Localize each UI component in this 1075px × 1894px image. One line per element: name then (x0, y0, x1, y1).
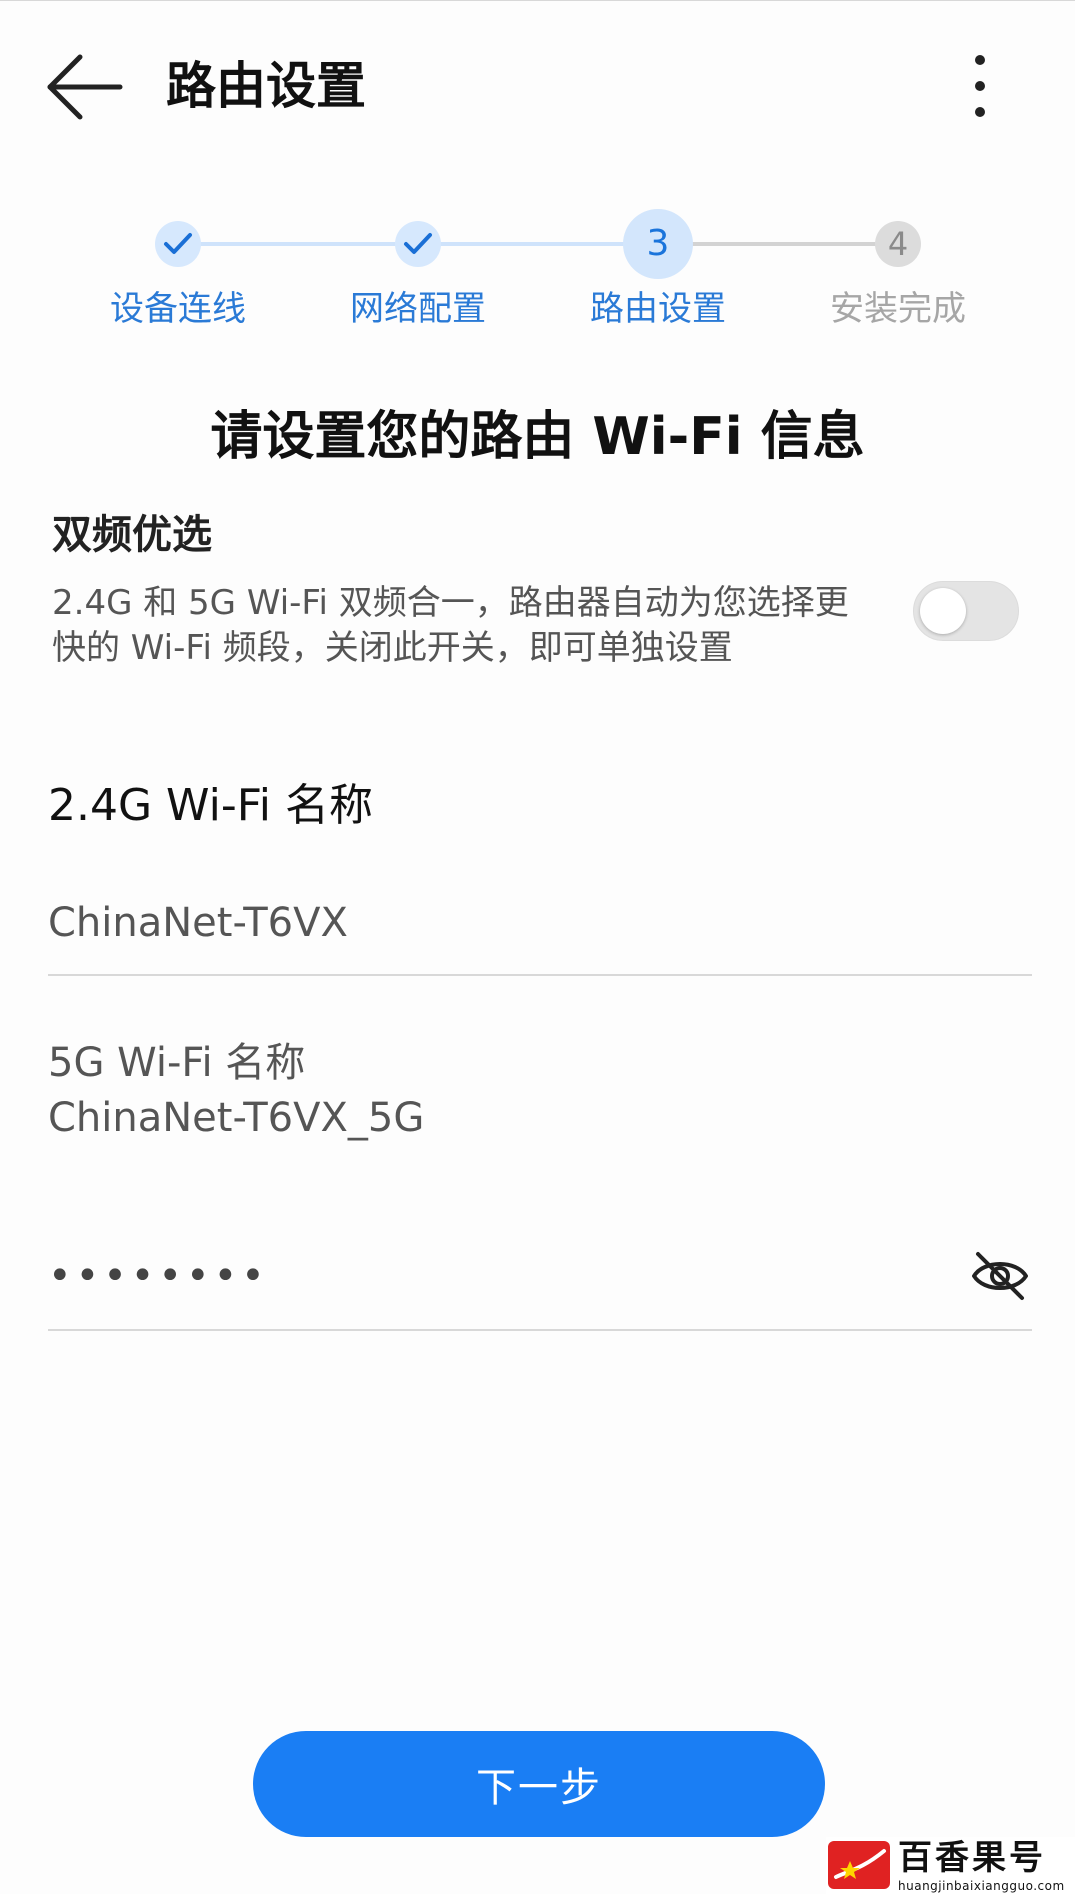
eye-off-icon (972, 1252, 1028, 1300)
watermark-name: 百香果号 (898, 1838, 1046, 1878)
step-2-label: 网络配置 (350, 289, 486, 329)
step-1-label: 设备连线 (110, 289, 246, 329)
divider (48, 974, 1032, 976)
step-4-marker: 4 (875, 221, 921, 267)
watermark: 百香果号 huangjinbaixiangguo.com (826, 1837, 1075, 1894)
step-3-label: 路由设置 (590, 289, 726, 329)
router-settings-screen: 路由设置 3 4 设备连线 网络配置 路由设置 安装完成 请设置您的路由 Wi- (0, 0, 1075, 1894)
watermark-url: huangjinbaixiangguo.com (898, 1879, 1065, 1893)
watermark-logo-icon (828, 1841, 890, 1889)
more-options-button[interactable] (960, 51, 1000, 121)
progress-stepper: 3 4 设备连线 网络配置 路由设置 安装完成 (0, 201, 1075, 341)
step-1-marker (155, 221, 201, 267)
step-connector (658, 242, 898, 246)
next-step-button[interactable]: 下一步 (253, 1731, 825, 1837)
more-vertical-icon (975, 55, 985, 117)
check-icon (164, 233, 192, 254)
arrow-left-icon (47, 54, 123, 120)
dual-band-title: 双频优选 (52, 512, 212, 558)
step-connector (418, 242, 658, 246)
step-3-marker: 3 (623, 209, 693, 279)
section-heading: 请设置您的路由 Wi-Fi 信息 (210, 407, 865, 467)
page-title: 路由设置 (166, 57, 366, 115)
wifi-24g-name-input[interactable] (48, 893, 1028, 953)
check-icon (404, 233, 432, 254)
dual-band-toggle[interactable] (913, 581, 1019, 641)
wifi-5g-label: 5G Wi-Fi 名称 (48, 1040, 306, 1086)
dual-band-description: 2.4G 和 5G Wi-Fi 双频合一，路由器自动为您选择更快的 Wi-Fi … (52, 583, 849, 668)
wifi-password-input[interactable] (48, 1246, 948, 1306)
step-4-label: 安装完成 (830, 289, 966, 329)
wifi-5g-name-value[interactable]: ChinaNet-T6VX_5G (48, 1091, 424, 1145)
step-2-marker (395, 221, 441, 267)
password-visibility-toggle[interactable] (970, 1248, 1030, 1304)
divider (48, 1329, 1032, 1331)
wifi-24g-label: 2.4G Wi-Fi 名称 (48, 780, 374, 831)
toggle-knob (920, 588, 966, 634)
step-connector (178, 242, 418, 246)
back-button[interactable] (44, 51, 124, 121)
